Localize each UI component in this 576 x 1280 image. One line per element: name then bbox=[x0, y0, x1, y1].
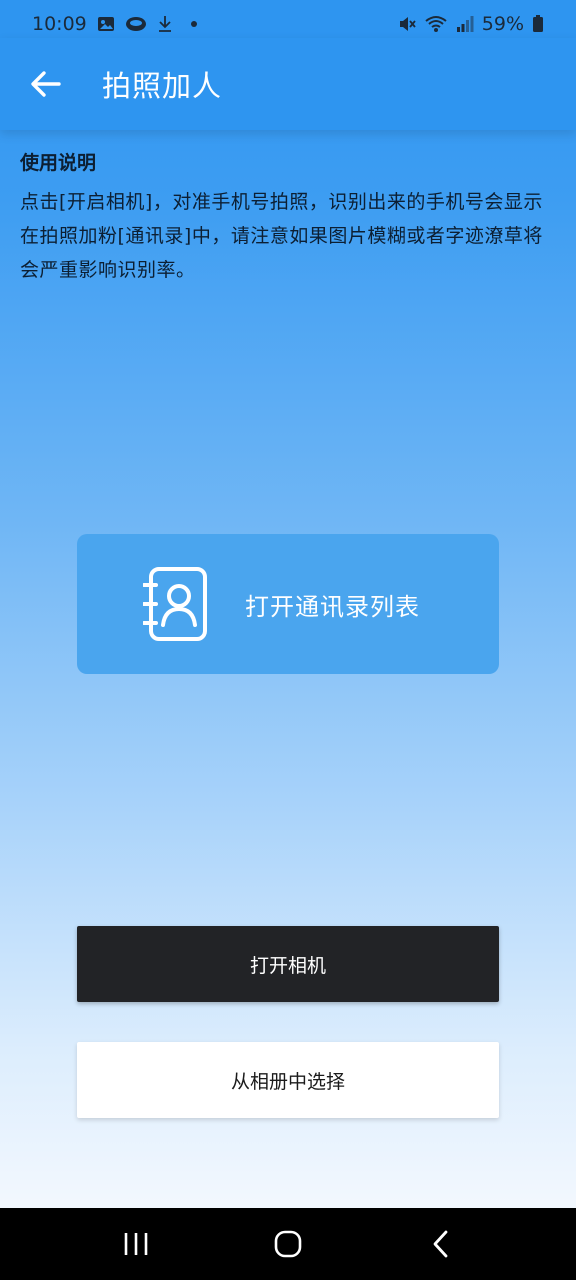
status-right: 59% bbox=[398, 13, 544, 35]
choose-from-album-button[interactable]: 从相册中选择 bbox=[77, 1042, 499, 1118]
nav-back-button[interactable] bbox=[400, 1214, 480, 1274]
back-icon bbox=[433, 1230, 448, 1258]
page-title: 拍照加人 bbox=[102, 69, 223, 103]
home-icon bbox=[274, 1230, 302, 1258]
open-camera-button[interactable]: 打开相机 bbox=[77, 926, 499, 1002]
wifi-icon bbox=[424, 15, 448, 33]
instructions-body: 点击[开启相机]，对准手机号拍照，识别出来的手机号会显示在拍照加粉[通讯录]中，… bbox=[20, 191, 543, 281]
home-button[interactable] bbox=[248, 1214, 328, 1274]
signal-icon bbox=[456, 15, 474, 33]
mute-icon bbox=[398, 15, 416, 33]
instructions-title: 使用说明 bbox=[20, 152, 97, 174]
contacts-book-icon bbox=[143, 566, 209, 642]
status-time: 10:09 bbox=[32, 13, 87, 35]
status-left: 10:09 bbox=[32, 13, 197, 35]
download-icon bbox=[157, 15, 173, 33]
battery-text: 59% bbox=[481, 13, 524, 35]
dot-icon bbox=[190, 21, 197, 27]
recent-apps-button[interactable] bbox=[96, 1214, 176, 1274]
open-contacts-label: 打开通讯录列表 bbox=[245, 592, 420, 621]
image-icon bbox=[97, 15, 115, 33]
back-button[interactable] bbox=[14, 52, 78, 116]
instructions-section: 使用说明 点击[开启相机]，对准手机号拍照，识别出来的手机号会显示在拍照加粉[通… bbox=[20, 148, 556, 287]
arrow-left-icon bbox=[31, 71, 61, 97]
battery-icon bbox=[532, 15, 544, 33]
app-bar: 拍照加人 bbox=[0, 38, 576, 130]
recent-apps-icon bbox=[124, 1233, 148, 1255]
system-nav-bar bbox=[0, 1208, 576, 1280]
open-contacts-button[interactable]: 打开通讯录列表 bbox=[77, 534, 499, 674]
app-icon bbox=[125, 15, 147, 33]
